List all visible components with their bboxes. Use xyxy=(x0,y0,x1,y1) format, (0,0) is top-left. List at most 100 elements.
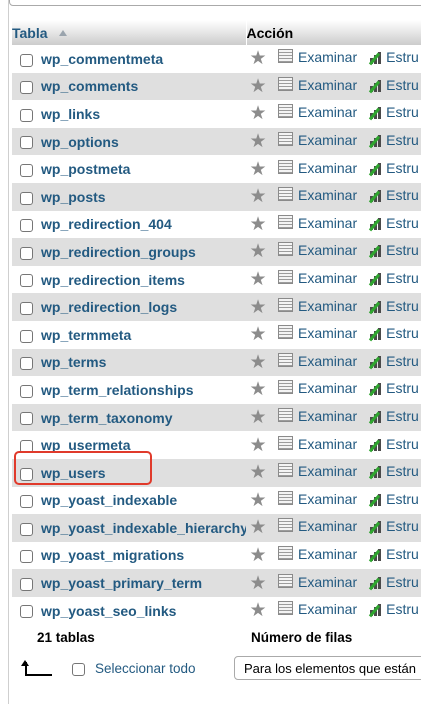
table-name-link[interactable]: wp_yoast_migrations xyxy=(41,547,184,563)
table-name-link[interactable]: wp_yoast_indexable_hierarchy xyxy=(41,520,246,536)
browse-icon[interactable] xyxy=(278,159,293,174)
select-all-checkbox[interactable] xyxy=(72,663,85,676)
favorite-star-icon[interactable]: ★ xyxy=(246,489,270,512)
row-checkbox[interactable] xyxy=(20,522,33,536)
browse-icon[interactable] xyxy=(278,270,293,285)
row-checkbox[interactable] xyxy=(20,550,33,564)
browse-link[interactable]: Examinar xyxy=(298,491,357,507)
row-checkbox[interactable] xyxy=(20,357,33,371)
structure-icon[interactable] xyxy=(368,79,383,94)
browse-icon[interactable] xyxy=(278,463,293,478)
table-name-link[interactable]: wp_comments xyxy=(41,78,138,94)
favorite-star-icon[interactable]: ★ xyxy=(246,323,270,346)
favorite-star-icon[interactable]: ★ xyxy=(246,102,270,125)
favorite-star-icon[interactable]: ★ xyxy=(246,47,270,70)
favorite-star-icon[interactable]: ★ xyxy=(246,461,270,484)
select-all-link[interactable]: Seleccionar todo xyxy=(95,661,196,676)
browse-icon[interactable] xyxy=(278,76,293,91)
structure-link[interactable]: Estru xyxy=(386,49,419,65)
row-checkbox[interactable] xyxy=(20,384,33,398)
browse-link[interactable]: Examinar xyxy=(298,436,357,452)
row-checkbox[interactable] xyxy=(20,81,33,95)
browse-icon[interactable] xyxy=(278,490,293,505)
browse-link[interactable]: Examinar xyxy=(298,160,357,176)
structure-icon[interactable] xyxy=(368,465,383,480)
browse-icon[interactable] xyxy=(278,518,293,533)
row-checkbox[interactable] xyxy=(20,274,33,288)
structure-link[interactable]: Estru xyxy=(386,601,419,617)
structure-link[interactable]: Estru xyxy=(386,353,419,369)
favorite-star-icon[interactable]: ★ xyxy=(246,599,270,622)
table-name-link[interactable]: wp_term_relationships xyxy=(41,382,194,398)
browse-icon[interactable] xyxy=(278,242,293,257)
structure-icon[interactable] xyxy=(368,382,383,397)
favorite-star-icon[interactable]: ★ xyxy=(246,185,270,208)
structure-icon[interactable] xyxy=(368,162,383,176)
table-name-link[interactable]: wp_redirection_items xyxy=(41,272,185,288)
favorite-star-icon[interactable]: ★ xyxy=(246,572,270,595)
structure-link[interactable]: Estru xyxy=(386,132,419,148)
row-checkbox[interactable] xyxy=(20,191,33,205)
row-checkbox[interactable] xyxy=(20,108,33,122)
favorite-star-icon[interactable]: ★ xyxy=(246,544,270,567)
favorite-star-icon[interactable]: ★ xyxy=(246,516,270,539)
structure-link[interactable]: Estru xyxy=(386,104,419,120)
table-name-link[interactable]: wp_yoast_seo_links xyxy=(41,603,176,619)
table-name-link[interactable]: wp_redirection_404 xyxy=(41,216,172,232)
row-checkbox[interactable] xyxy=(20,53,33,67)
structure-link[interactable]: Estru xyxy=(386,436,419,452)
structure-link[interactable]: Estru xyxy=(386,298,419,314)
structure-icon[interactable] xyxy=(368,410,383,425)
structure-link[interactable]: Estru xyxy=(386,546,419,562)
browse-link[interactable]: Examinar xyxy=(298,546,357,562)
row-checkbox[interactable] xyxy=(20,163,33,177)
browse-link[interactable]: Examinar xyxy=(298,242,357,258)
favorite-star-icon[interactable]: ★ xyxy=(246,130,270,153)
browse-icon[interactable] xyxy=(278,573,293,588)
table-name-link[interactable]: wp_commentmeta xyxy=(41,51,163,67)
favorite-star-icon[interactable]: ★ xyxy=(246,378,270,401)
structure-link[interactable]: Estru xyxy=(386,408,419,424)
table-name-link[interactable]: wp_terms xyxy=(41,354,106,370)
browse-icon[interactable] xyxy=(278,601,293,616)
browse-icon[interactable] xyxy=(278,545,293,560)
browse-icon[interactable] xyxy=(278,214,293,229)
browse-link[interactable]: Examinar xyxy=(298,518,357,534)
table-name-link[interactable]: wp_term_taxonomy xyxy=(41,410,172,426)
browse-link[interactable]: Examinar xyxy=(298,325,357,341)
table-name-link[interactable]: wp_postmeta xyxy=(41,161,130,177)
favorite-star-icon[interactable]: ★ xyxy=(246,158,270,181)
structure-icon[interactable] xyxy=(368,300,383,314)
table-name-link[interactable]: wp_termmeta xyxy=(41,327,131,343)
row-checkbox[interactable] xyxy=(20,219,33,233)
structure-icon[interactable] xyxy=(368,438,383,452)
table-name-link[interactable]: wp_redirection_logs xyxy=(41,299,177,315)
browse-icon[interactable] xyxy=(278,380,293,395)
browse-link[interactable]: Examinar xyxy=(298,187,357,203)
browse-icon[interactable] xyxy=(278,132,293,147)
structure-link[interactable]: Estru xyxy=(386,574,419,590)
structure-link[interactable]: Estru xyxy=(386,463,419,479)
browse-link[interactable]: Examinar xyxy=(298,270,357,286)
browse-link[interactable]: Examinar xyxy=(298,215,357,231)
row-checkbox[interactable] xyxy=(20,495,33,509)
structure-icon[interactable] xyxy=(368,520,383,535)
browse-link[interactable]: Examinar xyxy=(298,408,357,424)
browse-icon[interactable] xyxy=(278,352,293,367)
favorite-star-icon[interactable]: ★ xyxy=(246,351,270,374)
browse-icon[interactable] xyxy=(278,104,293,119)
browse-icon[interactable] xyxy=(278,297,293,312)
structure-icon[interactable] xyxy=(368,355,383,370)
top-input-edge[interactable] xyxy=(9,0,421,6)
structure-link[interactable]: Estru xyxy=(386,270,419,286)
browse-link[interactable]: Examinar xyxy=(298,601,357,617)
structure-link[interactable]: Estru xyxy=(386,215,419,231)
browse-icon[interactable] xyxy=(278,187,293,202)
favorite-star-icon[interactable]: ★ xyxy=(246,406,270,429)
browse-link[interactable]: Examinar xyxy=(298,104,357,120)
structure-link[interactable]: Estru xyxy=(386,491,419,507)
structure-icon[interactable] xyxy=(368,603,383,618)
browse-link[interactable]: Examinar xyxy=(298,298,357,314)
browse-icon[interactable] xyxy=(278,435,293,450)
favorite-star-icon[interactable]: ★ xyxy=(246,296,270,319)
